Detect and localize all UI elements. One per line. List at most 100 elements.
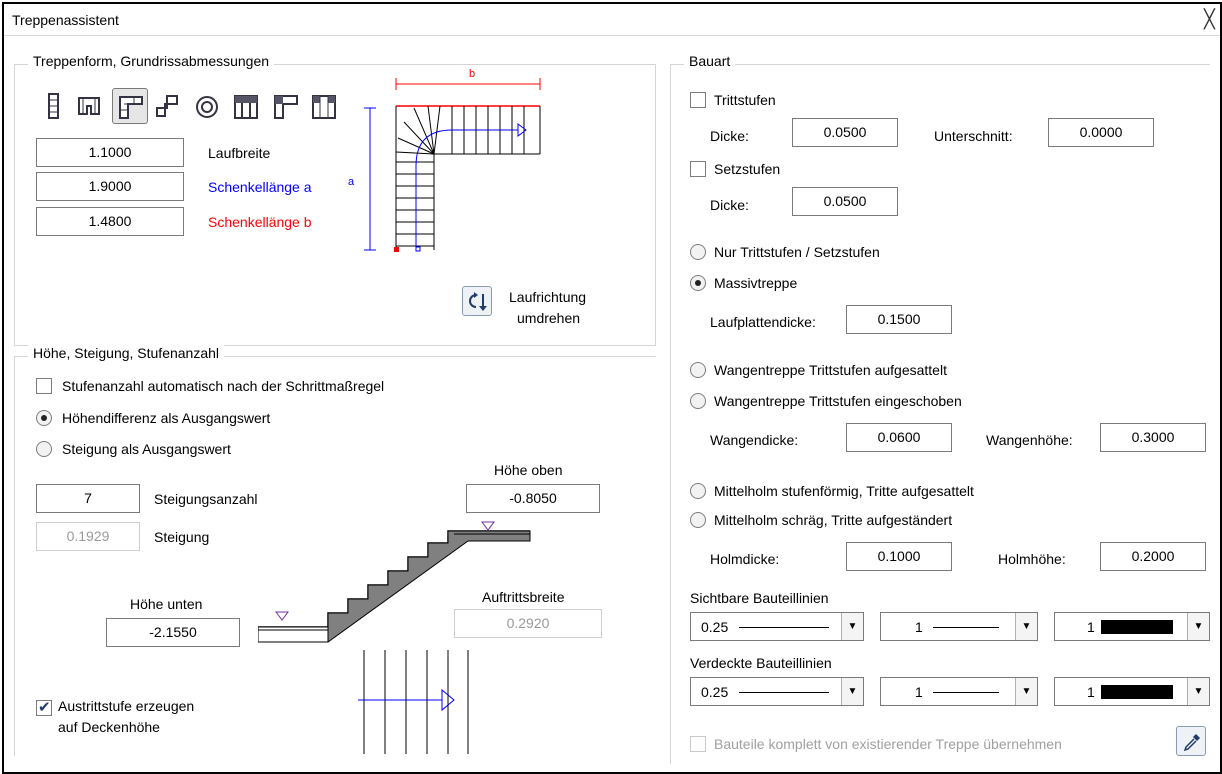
- pen-sample: [739, 627, 829, 628]
- rise-radio[interactable]: [36, 441, 52, 457]
- reverse-direction-label-2: umdrehen: [517, 310, 581, 326]
- z-stair-icon[interactable]: [154, 92, 180, 122]
- only-steps-radio[interactable]: [690, 244, 706, 260]
- chevron-down-icon[interactable]: ▼: [841, 613, 863, 640]
- visible-color-select[interactable]: 1 ▼: [1054, 612, 1210, 641]
- copy-from-stair-label: Bauteile komplett von existierender Trep…: [714, 736, 1062, 752]
- height-diff-label: Höhendifferenz als Ausgangswert: [62, 410, 271, 426]
- riser-thickness-input[interactable]: 0.0500: [792, 187, 898, 216]
- copy-from-stair-checkbox[interactable]: [690, 736, 706, 752]
- stringer-inserted-radio[interactable]: [690, 393, 706, 409]
- pick-stair-button[interactable]: [1176, 726, 1206, 756]
- u-stair-icon[interactable]: [76, 92, 102, 122]
- risers-label: Setzstufen: [714, 161, 781, 177]
- chevron-down-icon[interactable]: ▼: [1015, 613, 1037, 640]
- slab-thickness-input[interactable]: 0.1500: [846, 305, 952, 334]
- l-landing-stair-icon[interactable]: [272, 92, 300, 122]
- rise-value-label: Steigung: [154, 529, 210, 545]
- steps-count-input[interactable]: 7: [36, 484, 140, 513]
- center-beam-stepped-radio[interactable]: [690, 483, 706, 499]
- stair-section-diagram: [258, 521, 531, 643]
- stringer-mounted-radio[interactable]: [690, 362, 706, 378]
- eyedropper-icon: [1183, 734, 1200, 752]
- color-sample: [1101, 685, 1173, 699]
- solid-stair-radio[interactable]: [690, 275, 706, 291]
- stringer-mounted-label: Wangentreppe Trittstufen aufgesattelt: [714, 362, 947, 378]
- beam-height-input[interactable]: 0.2000: [1100, 542, 1206, 571]
- laufbreite-label: Laufbreite: [208, 145, 271, 161]
- reverse-direction-label-1: Laufrichtung: [509, 289, 587, 305]
- center-beam-sloped-radio[interactable]: [690, 512, 706, 528]
- schenkel-a-input[interactable]: 1.9000: [36, 172, 184, 201]
- hidden-pen-value: 0.25: [701, 684, 729, 700]
- line-sample: [933, 692, 999, 693]
- schenkel-b-input[interactable]: 1.4800: [36, 207, 184, 236]
- hidden-color-value: 1: [1087, 684, 1095, 700]
- tread-thickness-input[interactable]: 0.0500: [792, 118, 898, 147]
- beam-thickness-input[interactable]: 0.1000: [846, 542, 952, 571]
- spiral-stair-icon[interactable]: [194, 92, 220, 122]
- steps-count-label: Steigungsanzahl: [154, 491, 258, 507]
- risers-checkbox[interactable]: [690, 161, 706, 177]
- u-landing-stair-icon[interactable]: [232, 92, 260, 122]
- chevron-down-icon[interactable]: ▼: [1015, 678, 1037, 705]
- stringer-inserted-label: Wangentreppe Trittstufen eingeschoben: [714, 393, 962, 409]
- color-sample: [1101, 620, 1173, 634]
- height-top-input[interactable]: -0.8050: [466, 484, 600, 513]
- rise-label: Steigung als Ausgangswert: [62, 441, 231, 457]
- visible-pen-value: 0.25: [701, 619, 729, 635]
- schenkel-a-label: Schenkellänge a: [208, 179, 312, 195]
- title-bar: Treppenassistent ╳: [4, 4, 1220, 36]
- undercut-label: Unterschnitt:: [934, 128, 1013, 144]
- chevron-down-icon[interactable]: ▼: [1187, 678, 1209, 705]
- center-beam-sloped-label: Mittelholm schräg, Tritte aufgeständert: [714, 512, 953, 528]
- visible-line-select[interactable]: 1 ▼: [880, 612, 1038, 641]
- line-sample: [933, 627, 999, 628]
- chevron-down-icon[interactable]: ▼: [841, 678, 863, 705]
- visible-line-value: 1: [915, 619, 923, 635]
- solid-stair-label: Massivtreppe: [714, 275, 798, 291]
- stair-plan-diagram: [364, 78, 541, 252]
- slab-thickness-label: Laufplattendicke:: [710, 314, 816, 330]
- stringer-thickness-label: Wangendicke:: [710, 432, 799, 448]
- tread-thickness-label: Dicke:: [710, 128, 749, 144]
- schenkel-b-label: Schenkellänge b: [208, 214, 312, 230]
- visible-color-value: 1: [1087, 619, 1095, 635]
- dimension-a-label: a: [348, 176, 355, 188]
- stringer-thickness-input[interactable]: 0.0600: [846, 423, 952, 452]
- stair-plan-small: [358, 650, 469, 754]
- visible-lines-label: Sichtbare Bauteillinien: [690, 590, 829, 606]
- hidden-line-select[interactable]: 1 ▼: [880, 677, 1038, 706]
- rise-input[interactable]: 0.1929: [36, 522, 140, 551]
- treads-checkbox[interactable]: [690, 92, 706, 108]
- hidden-line-value: 1: [915, 684, 923, 700]
- laufbreite-input[interactable]: 1.1000: [36, 138, 184, 167]
- chevron-down-icon[interactable]: ▼: [1187, 613, 1209, 640]
- stringer-height-label: Wangenhöhe:: [986, 432, 1073, 448]
- auto-steps-checkbox[interactable]: [36, 378, 52, 394]
- auto-steps-label: Stufenanzahl automatisch nach der Schrit…: [62, 378, 385, 394]
- beam-thickness-label: Holmdicke:: [710, 551, 780, 567]
- hidden-pen-select[interactable]: 0.25 ▼: [690, 677, 864, 706]
- straight-stair-icon[interactable]: [40, 92, 66, 122]
- close-icon[interactable]: ╳: [1204, 9, 1220, 29]
- exit-step-label-2: auf Deckenhöhe: [58, 719, 160, 735]
- stringer-height-input[interactable]: 0.3000: [1100, 423, 1206, 452]
- l-stair-icon[interactable]: [112, 88, 148, 124]
- exit-step-checkbox[interactable]: [36, 698, 52, 716]
- shape-icons-row: [38, 88, 358, 126]
- height-diff-radio[interactable]: [36, 410, 52, 426]
- undercut-input[interactable]: 0.0000: [1048, 118, 1154, 147]
- group-height-title: Höhe, Steigung, Stufenanzahl: [28, 345, 225, 361]
- group-construction-title: Bauart: [684, 53, 736, 69]
- reverse-direction-button[interactable]: [462, 286, 492, 316]
- double-landing-stair-icon[interactable]: [310, 92, 338, 122]
- only-steps-label: Nur Trittstufen / Setzstufen: [714, 244, 880, 260]
- visible-pen-select[interactable]: 0.25 ▼: [690, 612, 864, 641]
- height-bottom-label: Höhe unten: [130, 596, 203, 612]
- group-stair-shape-title: Treppenform, Grundrissabmessungen: [28, 53, 275, 69]
- hidden-color-select[interactable]: 1 ▼: [1054, 677, 1210, 706]
- dimension-b-label: b: [469, 68, 476, 80]
- height-bottom-input[interactable]: -2.1550: [106, 618, 240, 647]
- beam-height-label: Holmhöhe:: [998, 551, 1066, 567]
